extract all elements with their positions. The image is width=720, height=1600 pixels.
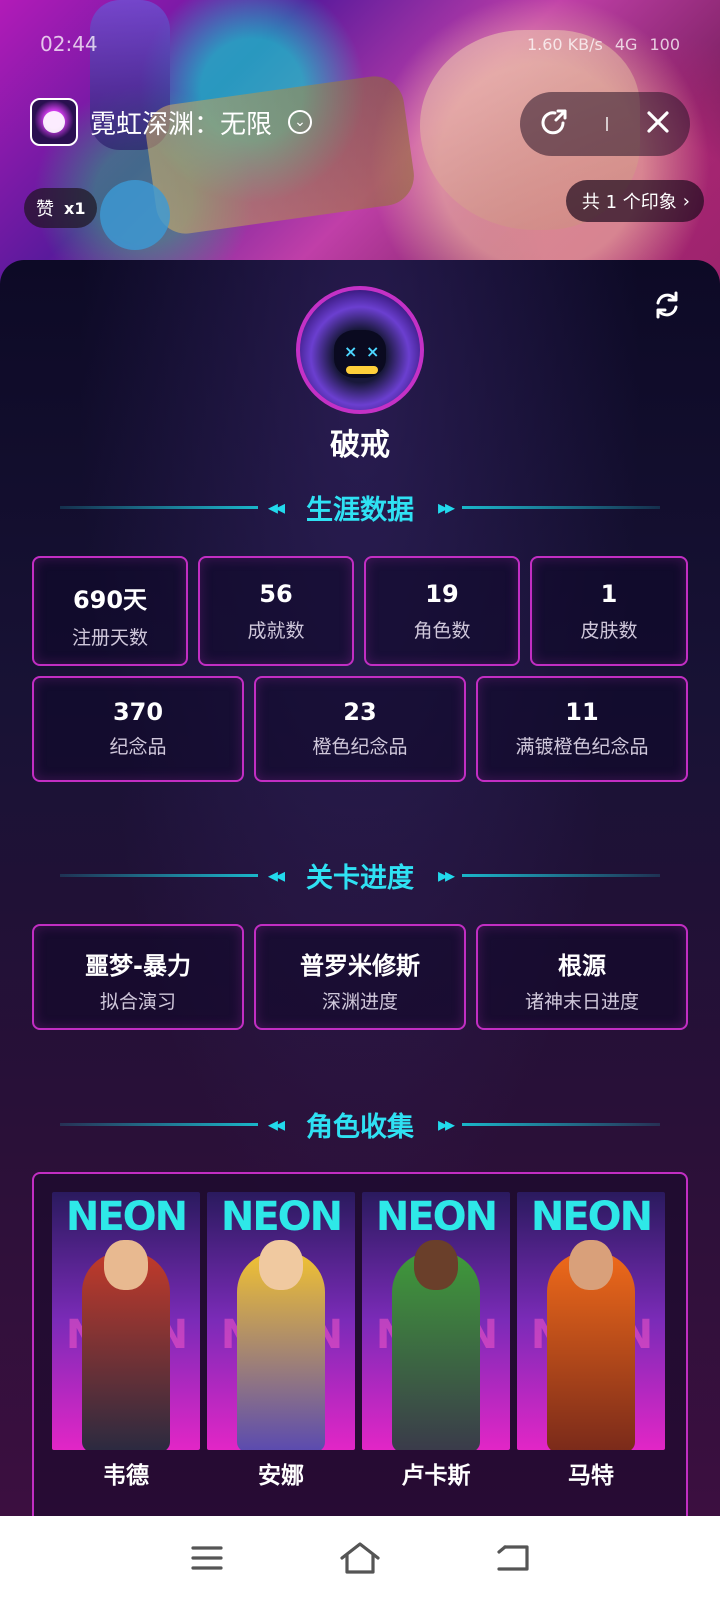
back-icon[interactable] — [483, 1528, 543, 1588]
system-nav-bar — [0, 1516, 720, 1600]
stat-value: 370 — [112, 698, 164, 726]
stat-label: 角色数 — [413, 620, 471, 642]
character-name: 安娜 — [258, 1463, 304, 1489]
banner-art-creature — [100, 180, 170, 250]
character-name: 韦德 — [103, 1463, 149, 1489]
stat-card: 690天 注册天数 — [32, 556, 188, 666]
section-title: 角色收集 — [306, 1111, 414, 1143]
stat-label: 满镀橙色纪念品 — [515, 736, 649, 758]
stat-card: 19 角色数 — [364, 556, 520, 666]
mini-program-capsule — [520, 92, 690, 156]
stat-label: 皮肤数 — [580, 620, 638, 642]
stat-card: 23 橙色纪念品 — [254, 676, 466, 782]
app-title: 霓虹深渊：无限 — [90, 109, 273, 140]
stat-value: 11 — [565, 698, 599, 726]
stat-label: 纪念品 — [109, 736, 167, 758]
section-title: 生涯数据 — [306, 494, 414, 526]
character-banner-text: NEON — [220, 1194, 343, 1240]
capsule-divider — [605, 117, 608, 131]
stat-value: 23 — [343, 698, 377, 726]
progress-label: 拟合演习 — [99, 991, 176, 1013]
character-name: 马特 — [568, 1463, 614, 1489]
character-card[interactable]: NEON NEON — [207, 1192, 355, 1450]
character-name: 卢卡斯 — [401, 1463, 471, 1489]
stat-label: 注册天数 — [71, 627, 148, 649]
status-indicators: 1.60 KB/s 4G 100 — [527, 35, 680, 54]
progress-value: 噩梦-暴力 — [85, 952, 191, 980]
section-header-career: ◂◂ 生涯数据 ▸▸ — [60, 487, 660, 527]
status-time: 02:44 — [40, 32, 98, 56]
character-banner-text: NEON — [530, 1194, 653, 1240]
character-banner-text: NEON — [375, 1194, 498, 1240]
like-count: x1 — [64, 198, 86, 218]
character-banner-text: NEON — [65, 1194, 188, 1240]
battery-level: 100 — [649, 34, 680, 54]
character-card[interactable]: NEON NEON — [517, 1192, 665, 1450]
character-card[interactable]: NEON NEON — [362, 1192, 510, 1450]
section-title: 关卡进度 — [306, 862, 414, 894]
app-title-chip[interactable]: 霓虹深渊：无限 ⌄ — [30, 98, 313, 146]
menu-icon[interactable] — [177, 1528, 237, 1588]
progress-value: 根源 — [558, 952, 606, 980]
stat-card: 1 皮肤数 — [530, 556, 688, 666]
character-card[interactable]: NEON NEON — [52, 1192, 200, 1450]
section-header-collection: ◂◂ 角色收集 ▸▸ — [60, 1104, 660, 1144]
chevron-down-icon: ⌄ — [288, 110, 313, 134]
stat-card: 56 成就数 — [198, 556, 354, 666]
home-icon[interactable] — [330, 1528, 390, 1588]
character-collection: NEON NEON NEON NEON NEON NEON NEON NEON — [32, 1172, 688, 1532]
network-speed: 1.60 KB/s — [526, 34, 603, 54]
header-banner: 02:44 1.60 KB/s 4G 100 霓虹深渊：无限 ⌄ 赞 x1 共 … — [0, 0, 720, 300]
app-icon — [30, 98, 78, 146]
section-header-progress: ◂◂ 关卡进度 ▸▸ — [60, 855, 660, 895]
stat-value: 56 — [259, 580, 293, 608]
avatar: × × — [296, 286, 424, 414]
progress-card: 普罗米修斯 深渊进度 — [254, 924, 466, 1030]
progress-label: 深渊进度 — [321, 991, 398, 1013]
player-name: 破戒 — [330, 428, 390, 463]
stat-value: 1 — [600, 580, 618, 608]
impressions-label: 共 1 个印象 — [581, 192, 677, 213]
profile-panel: × × 破戒 ◂◂ 生涯数据 ▸▸ 690天 注册天数 56 成就数 19 角色数… — [0, 260, 720, 1532]
progress-value: 普罗米修斯 — [300, 952, 420, 980]
progress-card: 根源 诸神末日进度 — [476, 924, 688, 1030]
share-icon[interactable] — [539, 107, 569, 141]
chevron-right-icon: › — [682, 190, 690, 212]
status-bar: 02:44 1.60 KB/s 4G 100 — [40, 30, 680, 58]
stat-label: 橙色纪念品 — [312, 736, 408, 758]
refresh-icon[interactable] — [652, 290, 682, 320]
stat-card: 370 纪念品 — [32, 676, 244, 782]
stat-label: 成就数 — [247, 620, 305, 642]
like-label: 赞 — [36, 199, 54, 220]
stat-card: 11 满镀橙色纪念品 — [476, 676, 688, 782]
signal-indicator: 4G — [614, 34, 638, 54]
impressions-button[interactable]: 共 1 个印象 › — [565, 180, 704, 222]
stat-value: 690天 — [72, 586, 148, 614]
close-icon[interactable] — [645, 109, 671, 139]
progress-label: 诸神末日进度 — [524, 991, 639, 1013]
like-badge[interactable]: 赞 x1 — [24, 188, 98, 228]
progress-card: 噩梦-暴力 拟合演习 — [32, 924, 244, 1030]
stat-value: 19 — [425, 580, 459, 608]
